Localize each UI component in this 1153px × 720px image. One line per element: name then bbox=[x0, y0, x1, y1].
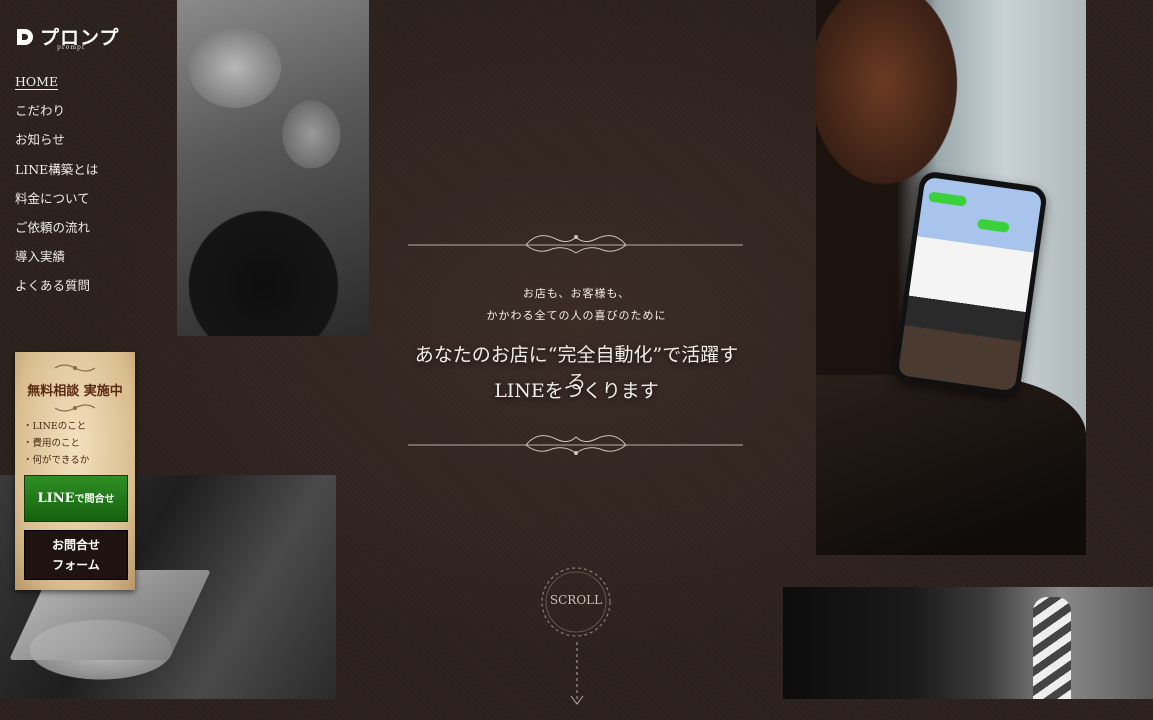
scroll-arrow-icon bbox=[570, 642, 584, 705]
hero-subcopy-1: お店も、お客様も、 bbox=[522, 287, 631, 300]
free-consultation-card: 無料相談 実施中 ・LINEのこと ・費用のこと ・何ができるか LINEで問合… bbox=[15, 352, 135, 590]
scroll-indicator[interactable]: SCROLL bbox=[536, 562, 616, 642]
site-logo[interactable]: プロンプ prompt bbox=[15, 27, 119, 51]
nav-item-label: 導入実績 bbox=[15, 249, 66, 265]
photo-barber-pole bbox=[783, 587, 1153, 699]
barber-pole-shape bbox=[1033, 597, 1071, 699]
nav-item-faq[interactable]: よくある質問 bbox=[15, 276, 98, 305]
hero-headline-2: LINEをつくります bbox=[494, 380, 659, 402]
logo-subtext: prompt bbox=[57, 44, 86, 51]
form-button-line2: フォーム bbox=[52, 558, 100, 572]
nav-item-flow[interactable]: ご依頼の流れ bbox=[15, 218, 98, 247]
nav-item-label: 料金について bbox=[15, 190, 90, 206]
nav-item-kodawari[interactable]: こだわり bbox=[15, 101, 98, 130]
nav-item-news[interactable]: お知らせ bbox=[15, 130, 98, 159]
logo-mark-icon bbox=[17, 29, 33, 45]
nav-item-label: ご依頼の流れ bbox=[15, 219, 91, 235]
main-nav: HOME こだわり お知らせ LINE構築とは 料金について ご依頼の流れ 導入… bbox=[15, 72, 98, 306]
ornament-divider-top bbox=[408, 235, 743, 254]
promo-title: 無料相談 実施中 bbox=[27, 384, 123, 399]
line-button-sublabel: で問合せ bbox=[74, 494, 115, 505]
line-contact-button[interactable]: LINEで問合せ bbox=[24, 475, 128, 522]
nav-item-label: こだわり bbox=[15, 103, 66, 119]
nav-item-label: お知らせ bbox=[15, 132, 65, 148]
line-button-label: LINE bbox=[37, 491, 75, 506]
ornament-divider-bottom bbox=[408, 435, 743, 455]
scroll-label: SCROLL bbox=[549, 593, 603, 607]
hero-subcopy-2: かかわる全ての人の喜びのために bbox=[486, 309, 667, 322]
chat-bubble bbox=[928, 191, 968, 207]
promo-list: ・LINEのこと ・費用のこと ・何ができるか bbox=[23, 418, 89, 469]
promo-list-item: ・費用のこと bbox=[23, 438, 81, 449]
nav-item-label: LINE構築とは bbox=[15, 161, 99, 177]
promo-list-item: ・何ができるか bbox=[23, 455, 90, 466]
promo-list-item: ・LINEのこと bbox=[23, 421, 87, 432]
photo-phone-line bbox=[816, 0, 1086, 555]
nav-item-label: HOME bbox=[15, 74, 59, 90]
photo-haircut bbox=[177, 0, 369, 336]
nav-item-about-line[interactable]: LINE構築とは bbox=[15, 160, 98, 189]
nav-item-pricing[interactable]: 料金について bbox=[15, 189, 98, 218]
form-button-line1: お問合せ bbox=[51, 538, 100, 552]
phone-screen bbox=[897, 176, 1043, 392]
nav-item-cases[interactable]: 導入実績 bbox=[15, 247, 98, 276]
chat-bubble bbox=[976, 218, 1010, 233]
nav-item-home[interactable]: HOME bbox=[15, 72, 98, 101]
ornament-icon bbox=[54, 404, 96, 412]
nav-item-label: よくある質問 bbox=[15, 278, 91, 294]
ornament-icon bbox=[54, 364, 96, 372]
phone-mockup bbox=[891, 170, 1049, 398]
shoulder-shape bbox=[816, 375, 1086, 555]
contact-form-button[interactable]: お問合せ フォーム bbox=[24, 530, 128, 580]
